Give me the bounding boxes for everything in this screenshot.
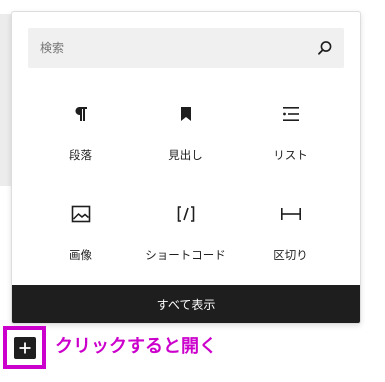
block-search-input[interactable]: 検索 (28, 28, 344, 68)
bookmark-icon (133, 96, 238, 132)
block-label: リスト (273, 148, 308, 162)
shortcode-icon (133, 196, 238, 232)
block-item-heading[interactable]: 見出し (133, 96, 238, 166)
block-label: ショートコード (145, 248, 226, 262)
block-item-separator[interactable]: 区切り (238, 196, 343, 266)
add-block-highlight (3, 326, 46, 369)
separator-icon (238, 196, 343, 232)
paragraph-icon (28, 96, 133, 132)
plus-icon (19, 342, 30, 353)
block-label: 見出し (168, 148, 203, 162)
block-label: 区切り (273, 248, 308, 262)
search-placeholder: 検索 (40, 41, 65, 55)
annotation-text: クリックすると開く (55, 336, 217, 357)
block-label: 段落 (69, 148, 92, 162)
block-inserter-popover: 検索 段落 見出し リスト 画像 ショートコード 区切り すべて表示 (11, 11, 361, 324)
block-label: 画像 (69, 248, 92, 262)
image-icon (28, 196, 133, 232)
block-item-paragraph[interactable]: 段落 (28, 96, 133, 166)
browse-all-button[interactable]: すべて表示 (12, 285, 360, 323)
list-icon (238, 96, 343, 132)
add-block-button[interactable] (13, 336, 36, 359)
block-item-shortcode[interactable]: ショートコード (133, 196, 238, 266)
block-item-list[interactable]: リスト (238, 96, 343, 166)
block-item-image[interactable]: 画像 (28, 196, 133, 266)
search-icon (318, 41, 332, 55)
